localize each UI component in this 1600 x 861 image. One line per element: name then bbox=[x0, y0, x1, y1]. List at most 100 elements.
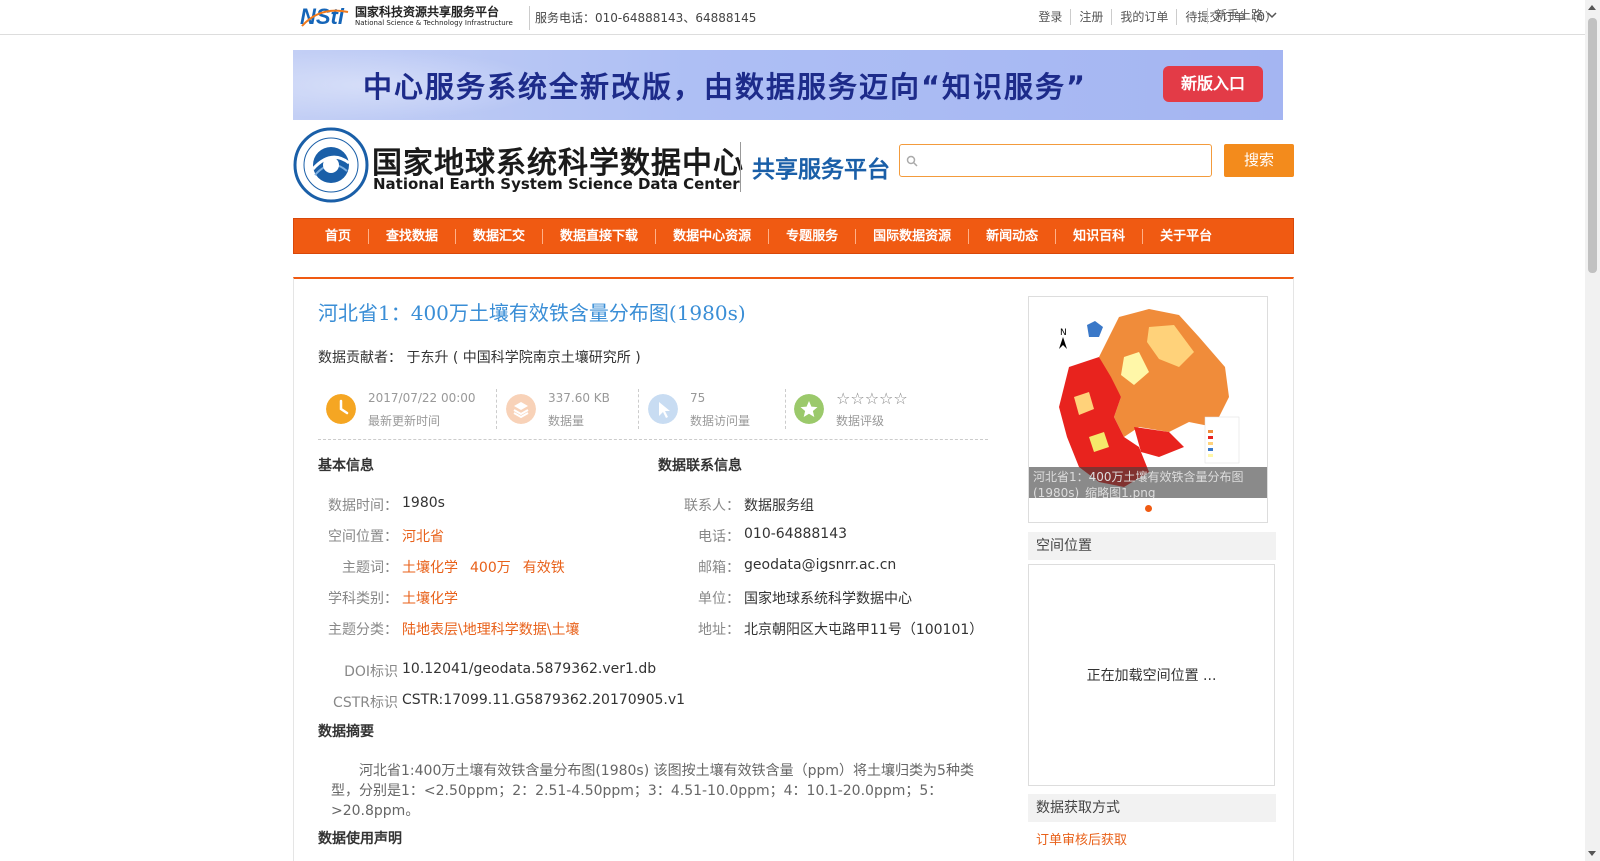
stat-rating: ☆☆☆☆☆ 数据评级 bbox=[786, 385, 966, 433]
nav-international-data[interactable]: 国际数据资源 bbox=[855, 228, 968, 244]
nav-topic-services[interactable]: 专题服务 bbox=[768, 228, 855, 244]
star-badge-icon bbox=[794, 394, 824, 424]
site-title-en: National Earth System Science Data Cente… bbox=[373, 175, 740, 193]
info-value: 1980s bbox=[402, 495, 445, 511]
newbie-label: 新手上路 bbox=[1215, 8, 1264, 22]
thumbnail-caption: 河北省1：400万土壤有效铁含量分布图(1980s)_缩略图1.png bbox=[1029, 467, 1267, 498]
login-link[interactable]: 登录 bbox=[1030, 9, 1070, 25]
page-scrollbar[interactable] bbox=[1585, 0, 1600, 861]
carousel-dot[interactable] bbox=[1145, 505, 1152, 512]
new-version-button[interactable]: 新版入口 bbox=[1163, 66, 1263, 102]
nav-home[interactable]: 首页 bbox=[308, 229, 368, 244]
divider bbox=[638, 389, 639, 429]
contributor: 数据贡献者： 于东升 ( 中国科学院南京土壤研究所 ) bbox=[318, 350, 641, 366]
contact-row-phone: 电话： 010-64888143 bbox=[658, 526, 847, 546]
contact-row-email: 邮箱： geodata@igsnrr.ac.cn bbox=[658, 557, 896, 577]
search-input[interactable] bbox=[924, 149, 1204, 173]
space-link[interactable]: 河北省 bbox=[402, 526, 444, 546]
nav-direct-download[interactable]: 数据直接下载 bbox=[542, 228, 655, 244]
visits-label: 数据访问量 bbox=[690, 414, 751, 428]
info-row-time: 数据时间： 1980s bbox=[318, 495, 445, 515]
nav-knowledge[interactable]: 知识百科 bbox=[1055, 228, 1142, 244]
top-bar: NSti 国家科技资源共享服务平台 National Science & Tec… bbox=[0, 0, 1585, 35]
search-icon bbox=[906, 155, 918, 167]
info-label: 电话： bbox=[698, 529, 740, 545]
info-label: 空间位置： bbox=[328, 529, 398, 545]
info-label: 邮箱： bbox=[698, 560, 740, 576]
info-label: 联系人： bbox=[684, 498, 740, 514]
info-row-doi: DOI标识 10.12041/geodata.5879362.ver1.db bbox=[318, 661, 656, 681]
spatial-heading: 空间位置 bbox=[1028, 532, 1276, 560]
info-value: 数据服务组 bbox=[744, 498, 814, 514]
spatial-map[interactable]: 正在加载空间位置 ... bbox=[1028, 564, 1275, 786]
contact-row-unit: 单位： 国家地球系统科学数据中心 bbox=[658, 588, 912, 608]
access-heading: 数据获取方式 bbox=[1028, 794, 1276, 822]
discipline-link[interactable]: 土壤化学 bbox=[402, 588, 458, 608]
divider bbox=[529, 6, 530, 30]
map-loading-text: 正在加载空间位置 ... bbox=[1086, 668, 1217, 684]
rating-stars[interactable]: ☆☆☆☆☆ bbox=[836, 389, 908, 408]
my-orders-link[interactable]: 我的订单 bbox=[1111, 9, 1176, 25]
info-label: 单位： bbox=[698, 591, 740, 607]
basic-info-heading: 基本信息 bbox=[318, 458, 374, 474]
keyword-link[interactable]: 有效铁 bbox=[523, 560, 565, 576]
newbie-dropdown[interactable]: 新手上路 bbox=[1215, 6, 1277, 23]
cstr-value: CSTR:17099.11.G5879362.20170905.v1 bbox=[402, 692, 686, 708]
access-method-link[interactable]: 订单审核后获取 bbox=[1036, 829, 1127, 848]
cursor-icon bbox=[648, 394, 678, 424]
keyword-link[interactable]: 400万 bbox=[470, 560, 511, 576]
info-label: 主题词： bbox=[342, 560, 398, 576]
thumbnail-carousel[interactable]: N 河北省1：400万土壤有效铁含量分布图(1980s)_缩略图1.png bbox=[1028, 296, 1268, 523]
size-value: 337.60 KB bbox=[548, 391, 610, 405]
category-link[interactable]: 陆地表层\地理科学数据\土壤 bbox=[402, 619, 579, 639]
service-phone: 服务电话：010-64888143、64888145 bbox=[535, 11, 757, 25]
visits-value: 75 bbox=[690, 391, 706, 405]
svg-text:NSti: NSti bbox=[300, 4, 345, 29]
info-value: geodata@igsnrr.ac.cn bbox=[744, 557, 897, 573]
rating-label: 数据评级 bbox=[836, 414, 885, 428]
info-label: CSTR标识 bbox=[333, 695, 398, 711]
nav-data-submission[interactable]: 数据汇交 bbox=[455, 228, 542, 244]
scroll-down-arrow-icon[interactable] bbox=[1588, 851, 1596, 856]
contact-row-person: 联系人： 数据服务组 bbox=[658, 495, 814, 515]
main-nav: 首页 查找数据 数据汇交 数据直接下载 数据中心资源 专题服务 国际数据资源 新… bbox=[293, 218, 1294, 254]
info-row-category: 主题分类： 陆地表层\地理科学数据\土壤 bbox=[318, 619, 579, 639]
search-box bbox=[899, 144, 1212, 177]
platform-title: 共享服务平台 bbox=[752, 157, 890, 183]
contact-info-heading: 数据联系信息 bbox=[658, 458, 742, 474]
nav-news[interactable]: 新闻动态 bbox=[968, 228, 1055, 244]
divider bbox=[496, 389, 497, 429]
chevron-down-icon bbox=[1267, 11, 1277, 18]
abstract-heading: 数据摘要 bbox=[318, 724, 374, 740]
stat-size: 337.60 KB 数据量 bbox=[498, 385, 638, 433]
register-link[interactable]: 注册 bbox=[1070, 9, 1111, 25]
usage-heading: 数据使用声明 bbox=[318, 831, 402, 847]
info-row-discipline: 学科类别： 土壤化学 bbox=[318, 588, 458, 608]
stat-updated: 2017/07/22 00:00 最新更新时间 bbox=[318, 385, 493, 433]
info-label: DOI标识 bbox=[344, 664, 398, 680]
divider bbox=[740, 142, 741, 192]
clock-icon bbox=[326, 394, 356, 424]
updated-label: 最新更新时间 bbox=[368, 414, 441, 428]
info-value: 010-64888143 bbox=[744, 526, 848, 542]
info-value: 北京朝阳区大屯路甲11号（100101） bbox=[744, 622, 984, 638]
divider bbox=[1207, 8, 1208, 24]
scroll-thumb[interactable] bbox=[1588, 18, 1597, 273]
info-row-keywords: 主题词： 土壤化学 400万 有效铁 bbox=[318, 557, 577, 577]
nsti-name-cn: 国家科技资源共享服务平台 bbox=[355, 5, 500, 19]
nsti-name-en: National Science & Technology Infrastruc… bbox=[355, 19, 513, 27]
info-label: 主题分类： bbox=[328, 622, 398, 638]
info-label: 学科类别： bbox=[328, 591, 398, 607]
page-title: 河北省1：400万土壤有效铁含量分布图(1980s) bbox=[318, 301, 746, 325]
keywords: 土壤化学 400万 有效铁 bbox=[402, 557, 577, 577]
nav-about[interactable]: 关于平台 bbox=[1142, 228, 1229, 244]
stat-visits: 75 数据访问量 bbox=[640, 385, 785, 433]
announcement-banner[interactable]: 中心服务系统全新改版，由数据服务迈向“知识服务” 新版入口 bbox=[293, 50, 1283, 120]
info-value: 国家地球系统科学数据中心 bbox=[744, 591, 912, 607]
search-button[interactable]: 搜索 bbox=[1224, 144, 1294, 177]
data-center-logo[interactable] bbox=[293, 127, 369, 203]
nav-find-data[interactable]: 查找数据 bbox=[368, 228, 455, 244]
nav-center-resources[interactable]: 数据中心资源 bbox=[655, 228, 768, 244]
scroll-up-arrow-icon[interactable] bbox=[1588, 5, 1596, 10]
keyword-link[interactable]: 土壤化学 bbox=[402, 560, 458, 576]
